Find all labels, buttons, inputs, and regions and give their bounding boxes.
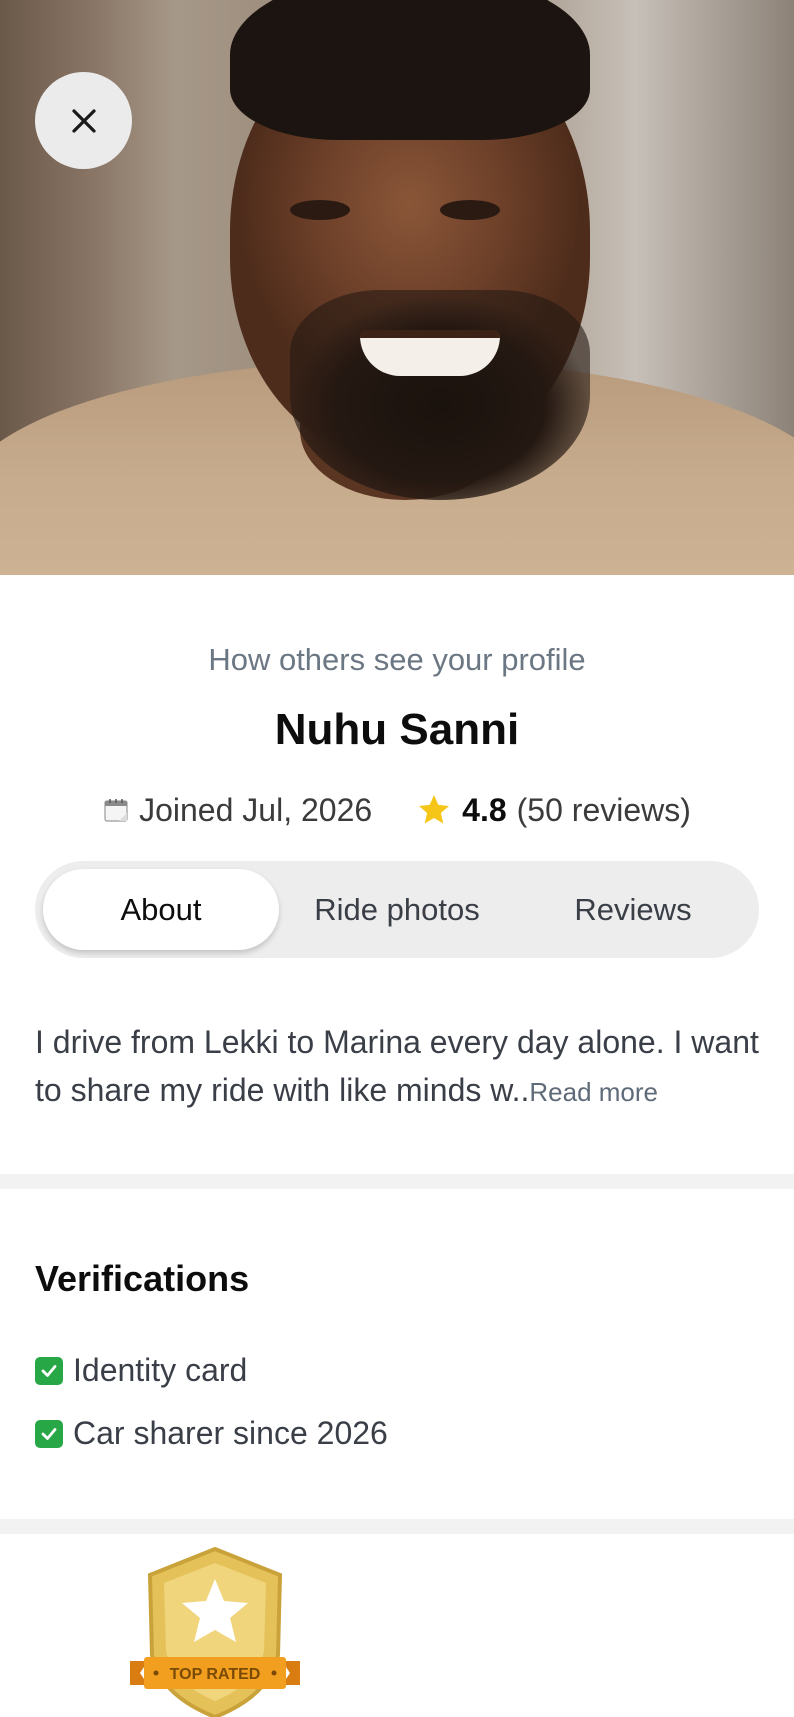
profile-meta: Joined Jul, 2026 4.8 (50 reviews) — [0, 788, 794, 832]
photo-hair — [230, 0, 590, 140]
photo-beard — [290, 290, 590, 500]
photo-smile — [360, 330, 500, 376]
close-button[interactable] — [35, 72, 132, 169]
verification-item: Identity card — [35, 1352, 247, 1389]
badge-label: TOP RATED — [170, 1666, 261, 1683]
verification-item: Car sharer since 2026 — [35, 1415, 388, 1452]
tab-ride-photos[interactable]: Ride photos — [279, 869, 515, 950]
star-icon — [419, 795, 450, 824]
top-rated-badge: TOP RATED — [130, 1546, 300, 1717]
photo-left-eye — [290, 200, 350, 220]
verification-label: Car sharer since 2026 — [73, 1415, 388, 1451]
profile-preview-label: How others see your profile — [208, 642, 586, 677]
review-count: (50 reviews) — [516, 791, 691, 828]
section-divider — [0, 1174, 794, 1189]
section-divider — [0, 1519, 794, 1534]
tab-reviews[interactable]: Reviews — [515, 869, 751, 950]
read-more-link[interactable]: Read more — [529, 1077, 658, 1107]
photo-right-eye — [440, 200, 500, 220]
rating-value: 4.8 — [462, 791, 507, 828]
verifications-title: Verifications — [35, 1258, 250, 1299]
calendar-icon — [104, 799, 128, 822]
verification-label: Identity card — [73, 1352, 248, 1388]
profile-name: Nuhu Sanni — [274, 705, 520, 754]
about-text: I drive from Lekki to Marina every day a… — [35, 1018, 765, 1116]
joined-info: Joined Jul, 2026 — [103, 792, 372, 829]
joined-date: Joined Jul, 2026 — [139, 791, 373, 828]
check-icon — [35, 1356, 63, 1385]
profile-photo — [0, 0, 794, 575]
tab-about[interactable]: About — [43, 869, 279, 950]
check-icon — [35, 1419, 63, 1448]
profile-tabs: About Ride photos Reviews — [35, 861, 759, 958]
rating-info: 4.8 (50 reviews) — [416, 792, 691, 829]
close-icon — [71, 108, 96, 133]
